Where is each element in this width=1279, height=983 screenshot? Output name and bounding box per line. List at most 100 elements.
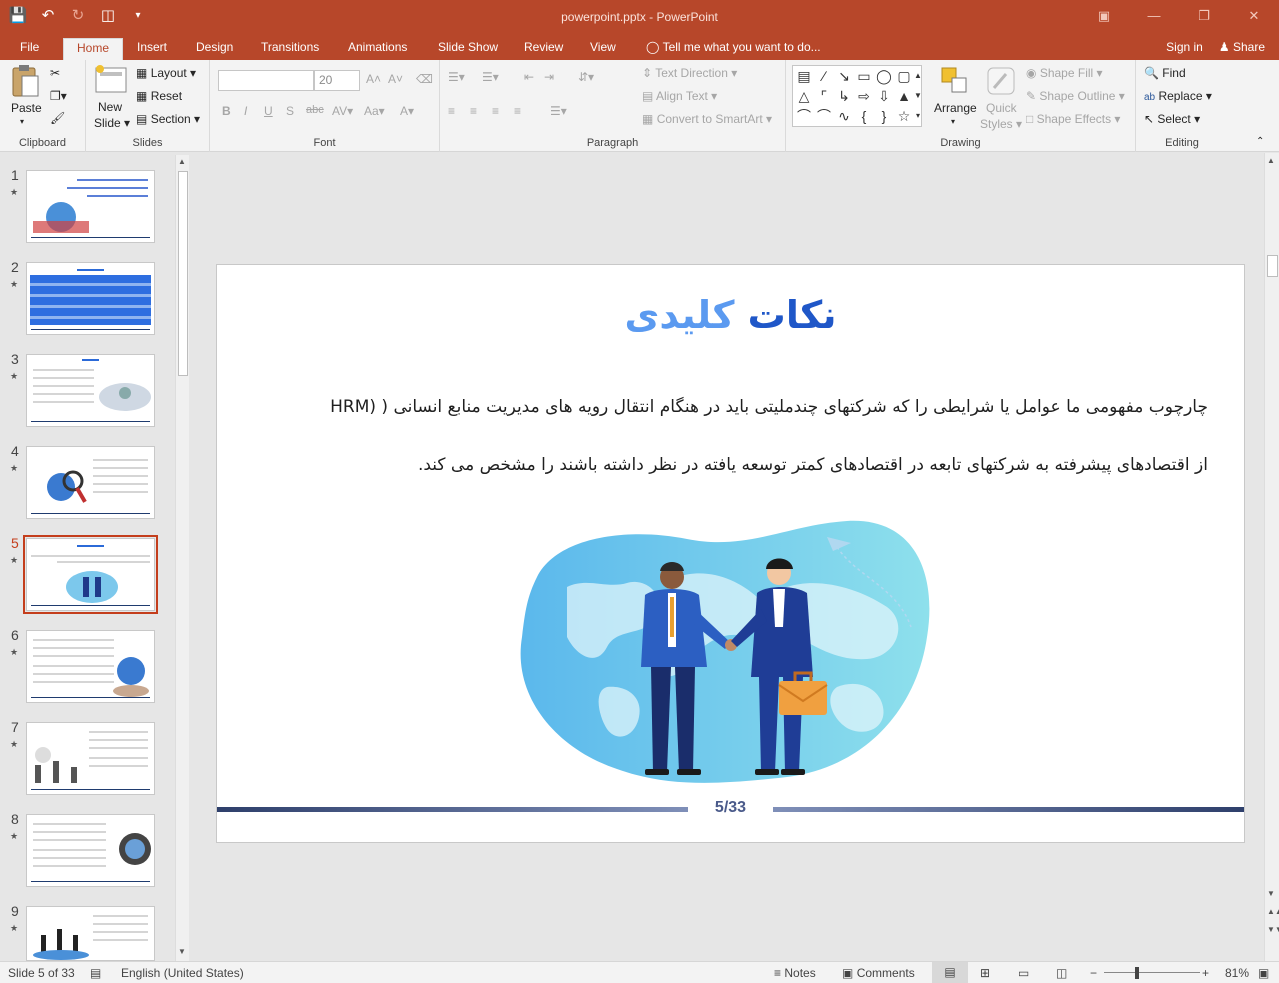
reset-button[interactable]: ▦ Reset <box>136 89 182 103</box>
notes-button[interactable]: ≡ Notes <box>774 966 816 980</box>
tab-animations[interactable]: Animations <box>342 38 413 60</box>
slide-thumbnail[interactable] <box>26 354 155 427</box>
down-arrow-shape-icon[interactable]: ⇩ <box>875 87 893 105</box>
freeform-shape-icon[interactable]: ∿ <box>835 107 853 125</box>
zoom-slider-thumb[interactable] <box>1135 967 1139 979</box>
scroll-down-icon[interactable]: ▼ <box>178 947 186 956</box>
tab-design[interactable]: Design <box>190 38 239 60</box>
paste-dropdown-icon[interactable]: ▾ <box>20 117 24 126</box>
increase-font-icon[interactable]: A˄ <box>366 72 381 86</box>
ribbon-display-options-icon[interactable]: ▣ <box>1079 0 1129 32</box>
new-slide-label[interactable]: New <box>98 100 122 114</box>
tab-slide-show[interactable]: Slide Show <box>432 38 504 60</box>
body-text-line-2[interactable]: از اقتصادهای پیشرفته به شرکتهای تابعه در… <box>247 455 1208 475</box>
font-size-box[interactable]: 20 <box>314 70 360 91</box>
body-text-line-1[interactable]: چارچوب مفهومی ما عوامل یا شرایطی را که ش… <box>247 397 1208 417</box>
section-button[interactable]: ▤ Section ▾ <box>136 112 200 126</box>
flowchart-shape-icon[interactable]: ▲ <box>895 87 913 105</box>
right-brace-icon[interactable]: } <box>875 107 893 125</box>
cut-icon[interactable]: ✂ <box>50 66 60 80</box>
select-button[interactable]: ↖ Select ▾ <box>1144 112 1200 126</box>
gallery-down-icon[interactable]: ▼ <box>914 87 922 105</box>
slide-thumbnail[interactable] <box>26 262 155 335</box>
increase-indent-icon[interactable]: ⇥ <box>544 70 554 84</box>
slide-thumbnail[interactable] <box>26 814 155 887</box>
slide-thumbnail[interactable] <box>26 722 155 795</box>
thumbnails-scrollbar[interactable]: ▲ ▼ <box>175 155 189 961</box>
shapes-gallery[interactable]: ▤ ∕ ↘ ▭ ◯ ▢ △ ⌜ ↳ ⇨ ⇩ ▲ ⌒ ⌒ ∿ { } ☆ ▲ ▼ … <box>792 65 922 127</box>
previous-slide-icon[interactable]: ▲▲ <box>1267 907 1279 916</box>
zoom-in-icon[interactable]: + <box>1202 966 1209 980</box>
new-slide-icon[interactable] <box>94 64 128 99</box>
align-left-icon[interactable]: ≡ <box>448 104 455 118</box>
zoom-level[interactable]: 81% <box>1225 966 1249 980</box>
arc-shape-icon[interactable]: ⌒ <box>815 107 833 125</box>
font-name-box[interactable] <box>218 70 314 91</box>
elbow-arrow-icon[interactable]: ↳ <box>835 87 853 105</box>
quick-styles-label[interactable]: Quick <box>986 101 1017 115</box>
layout-button[interactable]: ▦ Layout ▾ <box>136 66 196 80</box>
slide-sorter-icon[interactable]: ⊞ <box>980 966 990 980</box>
tab-transitions[interactable]: Transitions <box>255 38 325 60</box>
shape-fill-button[interactable]: ◉ Shape Fill ▾ <box>1026 66 1103 80</box>
slide-title[interactable]: نکات کلیدی <box>217 293 1244 337</box>
rounded-rect-shape-icon[interactable]: ▢ <box>895 67 913 85</box>
share-button[interactable]: ♟ Share <box>1219 40 1265 54</box>
minimize-icon[interactable]: — <box>1129 0 1179 32</box>
tell-me-box[interactable]: ◯ Tell me what you want to do... <box>640 38 827 60</box>
paste-button[interactable]: Paste <box>11 101 42 115</box>
format-painter-icon[interactable]: 🖌 <box>50 111 65 125</box>
scroll-up-icon[interactable]: ▲ <box>1267 156 1275 165</box>
slide-show-icon[interactable]: ◫ <box>1056 966 1067 980</box>
strikethrough-icon[interactable]: abc <box>306 104 324 116</box>
sign-in-link[interactable]: Sign in <box>1166 40 1203 54</box>
triangle-shape-icon[interactable]: △ <box>795 87 813 105</box>
align-text-button[interactable]: ▤ Align Text ▾ <box>642 89 717 103</box>
change-case-icon[interactable]: Aa▾ <box>364 104 385 118</box>
arrange-dropdown-icon[interactable]: ▾ <box>951 117 955 126</box>
align-center-icon[interactable]: ≡ <box>470 104 477 118</box>
quick-styles-icon[interactable] <box>986 66 1016 99</box>
textbox-shape-icon[interactable]: ▤ <box>795 67 813 85</box>
arrange-icon[interactable] <box>940 66 970 99</box>
oval-shape-icon[interactable]: ◯ <box>875 67 893 85</box>
gallery-up-icon[interactable]: ▲ <box>914 67 922 85</box>
language-indicator[interactable]: English (United States) <box>121 966 244 980</box>
arrow-line-shape-icon[interactable]: ↘ <box>835 67 853 85</box>
collapse-ribbon-icon[interactable]: ⌃ <box>1256 136 1264 147</box>
restore-icon[interactable]: ❐ <box>1179 0 1229 32</box>
scroll-down-icon[interactable]: ▼ <box>1267 889 1275 898</box>
spell-check-icon[interactable]: ▤ <box>90 966 101 980</box>
slide-thumbnail[interactable] <box>26 170 155 243</box>
gallery-more-icon[interactable]: ▾ <box>914 107 922 125</box>
replace-button[interactable]: ab Replace ▾ <box>1144 89 1212 103</box>
star-shape-icon[interactable]: ☆ <box>895 107 913 125</box>
slide-thumbnail-active[interactable] <box>23 535 158 614</box>
reading-view-icon[interactable]: ▭ <box>1018 966 1029 980</box>
close-icon[interactable]: ✕ <box>1229 0 1279 32</box>
scroll-up-icon[interactable]: ▲ <box>178 157 186 166</box>
thumbnails-scroll-thumb[interactable] <box>178 171 188 376</box>
shape-outline-button[interactable]: ✎ Shape Outline ▾ <box>1026 89 1125 103</box>
slide-thumbnail[interactable] <box>26 906 155 961</box>
next-slide-icon[interactable]: ▼▼ <box>1267 925 1279 934</box>
find-button[interactable]: 🔍 Find <box>1144 66 1186 80</box>
paste-icon[interactable] <box>10 64 42 100</box>
new-slide-button[interactable]: Slide ▾ <box>94 116 130 130</box>
tab-review[interactable]: Review <box>518 38 569 60</box>
columns-icon[interactable]: ☰▾ <box>550 104 567 118</box>
tab-insert[interactable]: Insert <box>131 38 173 60</box>
quick-styles-button[interactable]: Styles ▾ <box>980 117 1022 131</box>
slide-thumbnail[interactable] <box>26 446 155 519</box>
clear-formatting-icon[interactable]: ⌫ <box>416 72 433 86</box>
shape-effects-button[interactable]: □ Shape Effects ▾ <box>1026 112 1120 126</box>
arrange-button[interactable]: Arrange <box>934 101 977 115</box>
slide-canvas[interactable]: نکات کلیدی چارچوب مفهومی ما عوامل یا شرا… <box>216 264 1245 843</box>
fit-to-window-icon[interactable]: ▣ <box>1258 966 1269 980</box>
rectangle-shape-icon[interactable]: ▭ <box>855 67 873 85</box>
editor-scrollbar[interactable]: ▲ ▼ ▲▲ ▼▼ <box>1264 153 1279 961</box>
zoom-slider-track[interactable] <box>1104 972 1200 973</box>
underline-icon[interactable]: U <box>264 104 273 118</box>
left-brace-icon[interactable]: { <box>855 107 873 125</box>
italic-icon[interactable]: I <box>244 104 247 118</box>
